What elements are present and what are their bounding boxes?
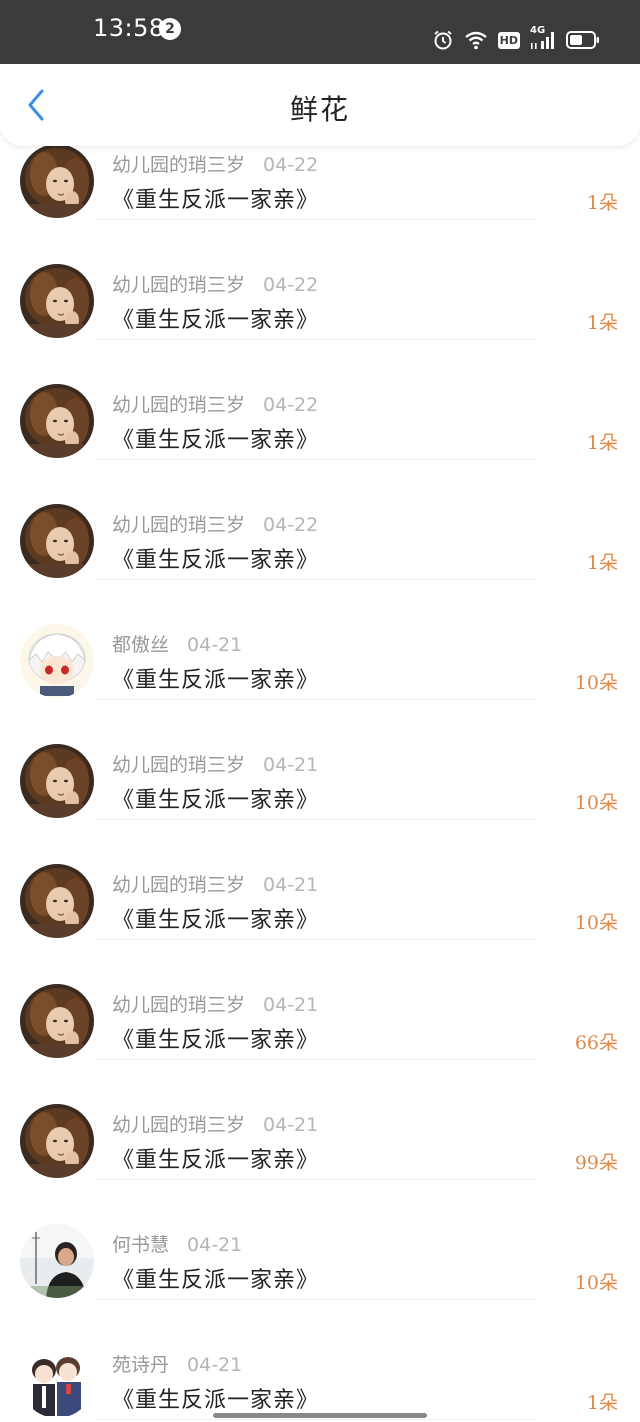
avatar[interactable] <box>20 864 94 938</box>
page-title: 鲜花 <box>289 93 350 126</box>
book-title[interactable]: 《重生反派一家亲》 <box>112 1262 319 1294</box>
status-time: 13:58 <box>93 14 165 42</box>
gift-date: 04-22 <box>263 514 319 536</box>
flower-gift-list: 幼儿园的琑三岁 04-22 《重生反派一家亲》 1朵 幼儿园的琑三岁 04-22 《重生反… <box>0 144 640 1420</box>
gift-date: 04-21 <box>263 874 319 896</box>
list-item[interactable]: 幼儿园的琑三岁 04-22 《重生反派一家亲》 1朵 <box>0 220 640 340</box>
user-name[interactable]: 幼儿园的琑三岁 <box>112 154 245 176</box>
user-name[interactable]: 幼儿园的琑三岁 <box>112 994 245 1016</box>
list-item[interactable]: 何书慧 04-21 《重生反派一家亲》 10朵 <box>0 1180 640 1300</box>
status-icons: HD 4G <box>432 25 600 53</box>
user-name[interactable]: 何书慧 <box>112 1234 169 1256</box>
flower-count: 10朵 <box>574 1272 618 1294</box>
avatar[interactable] <box>20 384 94 458</box>
gift-meta: 幼儿园的琑三岁 04-21 <box>112 990 318 1020</box>
book-title[interactable]: 《重生反派一家亲》 <box>112 1022 319 1054</box>
book-title[interactable]: 《重生反派一家亲》 <box>112 662 319 694</box>
book-title[interactable]: 《重生反派一家亲》 <box>112 902 319 934</box>
book-title[interactable]: 《重生反派一家亲》 <box>112 1382 319 1414</box>
book-title[interactable]: 《重生反派一家亲》 <box>112 302 319 334</box>
flower-count: 1朵 <box>586 1392 618 1414</box>
alarm-icon <box>432 29 454 51</box>
avatar[interactable] <box>20 264 94 338</box>
gift-meta: 幼儿园的琑三岁 04-22 <box>112 390 318 420</box>
avatar[interactable] <box>20 504 94 578</box>
gift-meta: 幼儿园的琑三岁 04-22 <box>112 150 318 180</box>
signal-icon: 4G <box>530 25 556 51</box>
network-type-label: 4G <box>530 25 546 36</box>
hd-icon: HD <box>497 31 520 49</box>
list-item[interactable]: 幼儿园的琑三岁 04-21 《重生反派一家亲》 66朵 <box>0 940 640 1060</box>
gift-date: 04-21 <box>263 1114 319 1136</box>
avatar[interactable] <box>20 1104 94 1178</box>
gift-meta: 幼儿园的琑三岁 04-21 <box>112 870 318 900</box>
user-name[interactable]: 幼儿园的琑三岁 <box>112 274 245 296</box>
gift-meta: 幼儿园的琑三岁 04-21 <box>112 1110 318 1140</box>
gift-date: 04-21 <box>263 754 319 776</box>
battery-icon <box>566 30 600 50</box>
user-name[interactable]: 幼儿园的琑三岁 <box>112 394 245 416</box>
gift-date: 04-22 <box>263 154 319 176</box>
flower-count: 66朵 <box>574 1032 618 1054</box>
gift-meta: 幼儿园的琑三岁 04-22 <box>112 510 318 540</box>
gift-meta: 幼儿园的琑三岁 04-21 <box>112 750 318 780</box>
flower-count: 99朵 <box>574 1152 618 1174</box>
divider <box>98 1419 538 1420</box>
gift-date: 04-22 <box>263 394 319 416</box>
user-name[interactable]: 幼儿园的琑三岁 <box>112 874 245 896</box>
list-item[interactable]: 幼儿园的琑三岁 04-21 《重生反派一家亲》 99朵 <box>0 1060 640 1180</box>
gift-date: 04-21 <box>187 634 243 656</box>
screen: 13:58 2 HD 4G 鲜花 幼儿园的琑三岁 04-22 《重生反派一家亲》… <box>0 0 640 1422</box>
flower-count: 1朵 <box>586 192 618 214</box>
avatar[interactable] <box>20 744 94 818</box>
flower-count: 1朵 <box>586 552 618 574</box>
avatar[interactable] <box>20 984 94 1058</box>
flower-count: 10朵 <box>574 912 618 934</box>
book-title[interactable]: 《重生反派一家亲》 <box>112 1142 319 1174</box>
flower-count: 1朵 <box>586 432 618 454</box>
status-bar: 13:58 2 HD 4G <box>0 0 640 64</box>
gift-date: 04-22 <box>263 274 319 296</box>
user-name[interactable]: 幼儿园的琑三岁 <box>112 1114 245 1136</box>
list-item[interactable]: 幼儿园的琑三岁 04-22 《重生反派一家亲》 1朵 <box>0 340 640 460</box>
avatar[interactable] <box>20 624 94 698</box>
wifi-icon <box>464 30 488 50</box>
avatar[interactable] <box>20 1224 94 1298</box>
avatar[interactable] <box>20 1344 94 1418</box>
notification-badge: 2 <box>159 18 181 40</box>
list-item[interactable]: 苑诗丹 04-21 《重生反派一家亲》 1朵 <box>0 1300 640 1420</box>
nav-bar: 鲜花 <box>0 64 640 146</box>
gift-meta: 都傲丝 04-21 <box>112 630 242 660</box>
flower-count: 1朵 <box>586 312 618 334</box>
home-indicator[interactable] <box>213 1413 427 1418</box>
avatar[interactable] <box>20 144 94 218</box>
flower-count: 10朵 <box>574 792 618 814</box>
list-item[interactable]: 幼儿园的琑三岁 04-21 《重生反派一家亲》 10朵 <box>0 820 640 940</box>
list-item[interactable]: 幼儿园的琑三岁 04-22 《重生反派一家亲》 1朵 <box>0 460 640 580</box>
gift-meta: 幼儿园的琑三岁 04-22 <box>112 270 318 300</box>
book-title[interactable]: 《重生反派一家亲》 <box>112 182 319 214</box>
user-name[interactable]: 幼儿园的琑三岁 <box>112 754 245 776</box>
gift-date: 04-21 <box>187 1354 243 1376</box>
book-title[interactable]: 《重生反派一家亲》 <box>112 422 319 454</box>
gift-date: 04-21 <box>187 1234 243 1256</box>
book-title[interactable]: 《重生反派一家亲》 <box>112 542 319 574</box>
list-item[interactable]: 都傲丝 04-21 《重生反派一家亲》 10朵 <box>0 580 640 700</box>
list-item[interactable]: 幼儿园的琑三岁 04-21 《重生反派一家亲》 10朵 <box>0 700 640 820</box>
book-title[interactable]: 《重生反派一家亲》 <box>112 782 319 814</box>
gift-date: 04-21 <box>263 994 319 1016</box>
user-name[interactable]: 幼儿园的琑三岁 <box>112 514 245 536</box>
gift-meta: 苑诗丹 04-21 <box>112 1350 242 1380</box>
user-name[interactable]: 都傲丝 <box>112 634 169 656</box>
gift-meta: 何书慧 04-21 <box>112 1230 242 1260</box>
flower-count: 10朵 <box>574 672 618 694</box>
user-name[interactable]: 苑诗丹 <box>112 1354 169 1376</box>
